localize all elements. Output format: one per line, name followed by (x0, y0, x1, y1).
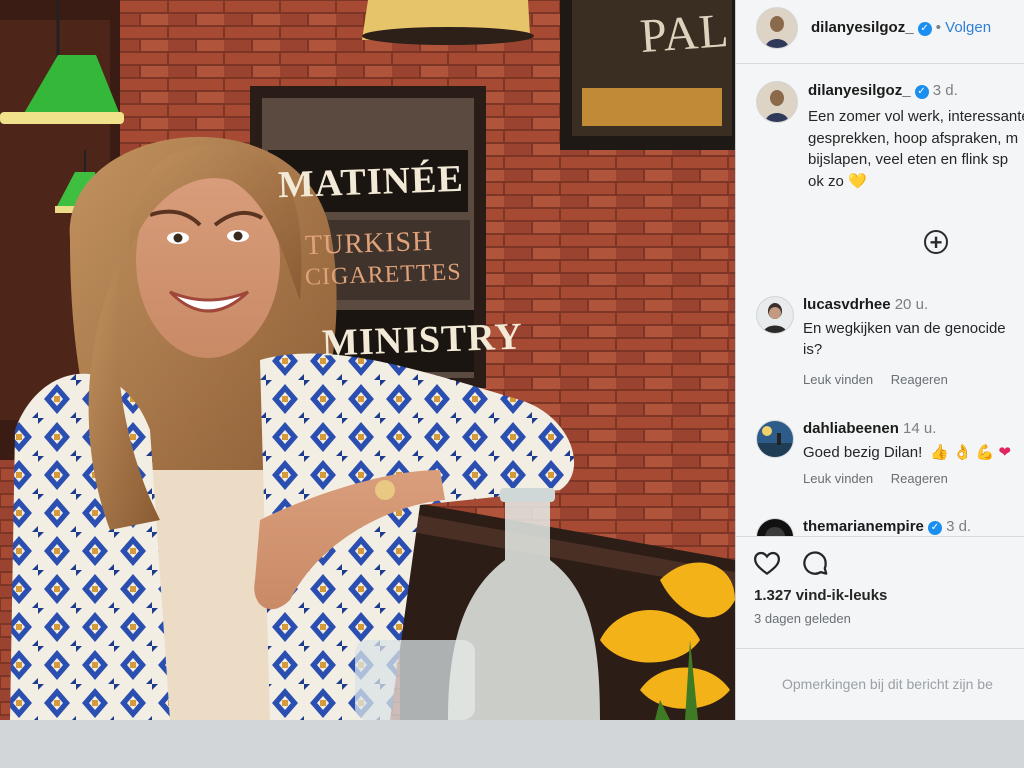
sign-pal-text: PAL (638, 3, 732, 64)
flexed-biceps-icon: 💪 (975, 444, 995, 461)
comment-icon[interactable] (800, 548, 830, 578)
comments-disabled-notice: Opmerkingen bij dit bericht zijn be (782, 676, 993, 692)
post-caption: Een zomer vol werk, interessante gesprek… (808, 106, 1024, 192)
comment-actions: Leuk vinden Reageren (803, 471, 962, 486)
plus-circle-icon[interactable]: + (924, 230, 948, 254)
comment-age: 20 u. (894, 296, 929, 313)
comment-text: Goed bezig Dilan! 👍 👌 💪 ❤ (803, 442, 1024, 463)
comment-item: themarianempire ✓ 3 d. (756, 518, 1024, 536)
post-age: 3 d. (932, 82, 958, 99)
comment-reply-button[interactable]: Reageren (891, 372, 948, 387)
caption-text: Een zomer vol werk, interessante gesprek… (808, 108, 1024, 190)
comment-age: 14 u. (903, 420, 937, 437)
verified-badge-icon: ✓ (917, 22, 932, 36)
yellow-heart-icon: 💛 (848, 172, 867, 190)
separator-dot: • (935, 19, 941, 36)
comment-age: 3 d. (946, 518, 972, 535)
red-heart-icon: ❤ (998, 444, 1012, 461)
sign-cigarettes-text: CIGARETTES (304, 259, 463, 291)
avatar[interactable] (756, 420, 794, 458)
comment-text-body: Goed bezig Dilan! (803, 444, 923, 461)
comment-username[interactable]: dahliabeenen (803, 420, 899, 437)
likes-count[interactable]: 1.327 vind-ik-leuks (754, 587, 887, 604)
sign-turkish-text: TURKISH (304, 225, 434, 262)
thumbs-up-icon: 👍 (930, 444, 950, 461)
header-divider (736, 63, 1024, 64)
verified-badge-icon: ✓ (914, 85, 929, 99)
avatar[interactable] (756, 7, 798, 49)
header-username[interactable]: dilanyesilgoz_ (811, 19, 914, 36)
post-date: 3 dagen geleden (754, 611, 851, 626)
post-actions-bar (752, 548, 852, 580)
comment-actions: Leuk vinden Reageren (803, 372, 962, 387)
comment-like-button[interactable]: Leuk vinden (803, 372, 873, 387)
sign-ministry-text: MINISTRY (321, 315, 524, 365)
post-photo: MATINÉE TURKISH CIGARETTES MINISTRY PAL (0, 0, 735, 720)
post-username[interactable]: dilanyesilgoz_ (808, 82, 911, 99)
post-header: dilanyesilgoz_ ✓ • Volgen (756, 2, 1024, 52)
avatar[interactable] (756, 296, 794, 334)
ok-hand-icon: 👌 (953, 444, 972, 461)
avatar[interactable] (756, 81, 798, 123)
comment-like-button[interactable]: Leuk vinden (803, 471, 873, 486)
comment-text: En wegkijken van de genocide is? (803, 320, 1006, 358)
follow-button[interactable]: Volgen (945, 19, 991, 36)
comment-item: lucasvdrhee 20 u. En wegkijken van de ge… (756, 296, 1024, 396)
comment-reply-button[interactable]: Reageren (891, 471, 948, 486)
heart-icon[interactable] (752, 548, 782, 578)
actions-divider (736, 536, 1024, 537)
verified-badge-icon: ✓ (927, 521, 942, 535)
post-side-panel: dilanyesilgoz_ ✓ • Volgen dilanyesilgoz_ ✓… (735, 0, 1024, 720)
comment-username[interactable]: themarianempire (803, 518, 924, 535)
comment-item: dahliabeenen 14 u. Goed bezig Dilan! 👍 👌 💪… (756, 420, 1024, 500)
footer-divider (736, 648, 1024, 649)
sign-matinee-text: MATINÉE (277, 157, 465, 207)
comment-username[interactable]: lucasvdrhee (803, 296, 891, 313)
avatar[interactable] (756, 518, 794, 536)
screen-bezel (0, 720, 1024, 768)
